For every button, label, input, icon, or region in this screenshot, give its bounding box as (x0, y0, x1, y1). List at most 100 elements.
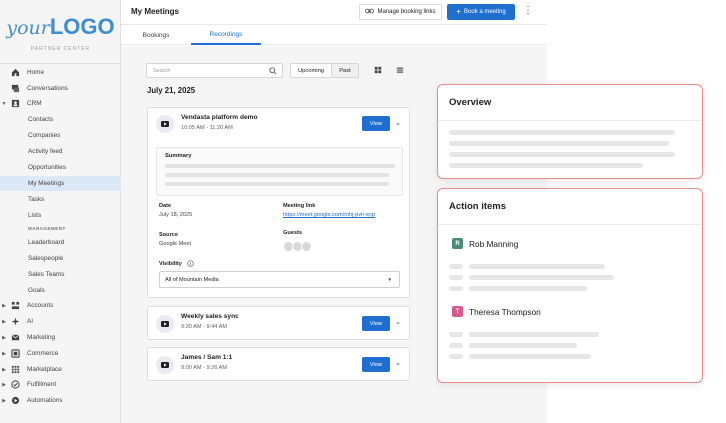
summary-label: Summary (165, 153, 192, 159)
sidebar-item-activity-feed[interactable]: Activity feed (0, 144, 121, 159)
chevron-right-icon: ▶ (2, 366, 6, 373)
sidebar-item-label: Marketing (27, 334, 56, 341)
view-button[interactable]: View (362, 316, 390, 331)
mail-icon (10, 333, 20, 343)
play-icon[interactable] (156, 356, 174, 374)
recording-card: James / Sam 1:1 9:00 AM - 9:26 AM View ⌄ (147, 347, 410, 381)
check-circle-icon (10, 380, 20, 390)
sidebar-item-crm[interactable]: ▼ CRM (0, 96, 121, 111)
sidebar-item-lists[interactable]: Lists (0, 208, 121, 223)
date-heading: July 21, 2025 (147, 86, 196, 95)
manage-booking-links-button[interactable]: Manage booking links (359, 4, 442, 20)
book-meeting-label: Book a meeting (463, 9, 506, 15)
upcoming-toggle[interactable]: Upcoming (290, 63, 332, 78)
avatar: R (452, 238, 463, 249)
tab-recordings[interactable]: Recordings (191, 25, 261, 45)
play-icon[interactable] (156, 115, 174, 133)
sidebar-item-label: Automations (27, 397, 63, 404)
overview-panel: Overview (437, 84, 703, 179)
search-placeholder: Search (153, 67, 171, 74)
sidebar-item-conversations[interactable]: Conversations (0, 81, 121, 96)
chevron-right-icon: ▶ (2, 397, 6, 404)
sidebar-item-label: Leaderboard (28, 239, 65, 246)
page-title: My Meetings (131, 7, 180, 16)
sidebar-item-marketing[interactable]: ▶ Marketing (0, 330, 121, 345)
assignee-name: Rob Manning (469, 238, 519, 249)
action-skeleton-bullet (449, 354, 463, 359)
grid-icon (10, 365, 20, 375)
recording-card: Weekly sales sync 9:30 AM - 9:44 AM View… (147, 306, 410, 340)
play-icon[interactable] (156, 315, 174, 333)
view-button[interactable]: View (362, 357, 390, 372)
sidebar-item-leaderboard[interactable]: Leaderboard (0, 235, 121, 250)
view-button[interactable]: View (362, 116, 390, 131)
sidebar-item-marketplace[interactable]: ▶ Marketplace (0, 362, 121, 377)
sidebar-item-sales-teams[interactable]: Sales Teams (0, 267, 121, 282)
tab-bar: Bookings Recordings (121, 25, 547, 45)
list-view-icon (396, 66, 404, 76)
brand-logo[interactable]: yourLOGO (0, 14, 121, 40)
sidebar-item-label: Conversations (27, 85, 68, 92)
meeting-link[interactable]: https://meet.google.com/mhj-pvn-ecp (283, 212, 393, 218)
sidebar-item-automations[interactable]: ▶ Automations (0, 393, 121, 408)
action-skeleton-bullet (449, 332, 463, 337)
past-toggle[interactable]: Past (331, 63, 359, 78)
grid-view-button[interactable] (369, 63, 387, 78)
sidebar-item-ai[interactable]: ▶ AI (0, 314, 121, 329)
sidebar-item-home[interactable]: Home (0, 65, 121, 80)
assignee-rob-manning: R Rob Manning (452, 238, 518, 249)
date-value: July 18, 2025 (159, 212, 193, 218)
link-icon (365, 8, 375, 16)
sidebar-item-label: Contacts (28, 116, 54, 123)
more-vert-icon[interactable]: ⋮ (523, 6, 533, 16)
chat-icon (10, 84, 20, 94)
commerce-icon (10, 349, 20, 359)
sidebar-item-my-meetings[interactable]: My Meetings (0, 176, 121, 191)
list-view-button[interactable] (391, 63, 409, 78)
recording-time: 10:05 AM - 11:20 AM (181, 125, 233, 131)
sidebar-item-commerce[interactable]: ▶ Commerce (0, 346, 121, 361)
sidebar-item-goals[interactable]: Goals (0, 283, 121, 298)
sidebar-item-label: Fulfillment (27, 381, 57, 388)
chevron-up-icon[interactable]: ⌄ (395, 119, 401, 127)
recording-time: 9:30 AM - 9:44 AM (181, 324, 228, 330)
sidebar-item-companies[interactable]: Companies (0, 128, 121, 143)
summary-box: Summary (156, 147, 403, 196)
action-skeleton-line (469, 275, 614, 280)
avatar: T (452, 306, 463, 317)
recording-title: James / Sam 1:1 (181, 354, 233, 361)
page-header: My Meetings Manage booking links + Book … (121, 0, 547, 25)
action-skeleton-line (469, 343, 577, 348)
chevron-down-icon[interactable]: ⌄ (395, 318, 401, 326)
overview-skeleton-line (449, 163, 643, 168)
recording-title: Weekly sales sync (181, 313, 239, 320)
sidebar-item-accounts[interactable]: ▶ Accounts (0, 298, 121, 313)
visibility-select[interactable]: All of Mountain Media ▼ (159, 271, 400, 288)
panel-divider (438, 224, 702, 225)
visibility-value: All of Mountain Media (165, 276, 219, 283)
sidebar-item-tasks[interactable]: Tasks (0, 192, 121, 207)
sidebar-item-contacts[interactable]: Contacts (0, 112, 121, 127)
summary-skeleton-line (165, 182, 389, 186)
chevron-right-icon: ▶ (2, 381, 6, 388)
sidebar-item-opportunities[interactable]: Opportunities (0, 160, 121, 175)
info-icon[interactable] (187, 260, 194, 269)
plus-icon: + (456, 7, 461, 16)
sidebar-item-label: Accounts (27, 302, 54, 309)
chevron-down-icon[interactable]: ⌄ (395, 359, 401, 367)
contacts-icon (10, 99, 20, 109)
source-value: Google Meet (159, 241, 192, 247)
upcoming-label: Upcoming (297, 67, 325, 74)
sidebar-item-label: Lists (28, 212, 42, 219)
book-meeting-button[interactable]: + Book a meeting (447, 4, 515, 20)
sidebar: yourLOGO PARTNER CENTER Home Conversatio… (0, 0, 121, 423)
sidebar-item-label: My Meetings (28, 180, 65, 187)
chevron-down-icon: ▼ (1, 100, 7, 107)
manage-booking-links-label: Manage booking links (377, 9, 436, 15)
search-icon (269, 67, 277, 77)
sidebar-item-salespeople[interactable]: Salespeople (0, 251, 121, 266)
search-input[interactable]: Search (146, 63, 283, 78)
tab-label: Bookings (142, 31, 170, 39)
sidebar-item-fulfillment[interactable]: ▶ Fulfillment (0, 377, 121, 392)
tab-bookings[interactable]: Bookings (121, 25, 191, 45)
